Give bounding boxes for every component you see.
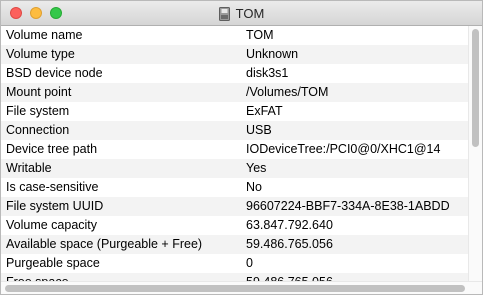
row-value: USB <box>246 123 272 137</box>
table-row[interactable]: Connection USB <box>1 121 470 140</box>
row-value: 59.486.765.056 <box>246 237 333 251</box>
info-table: Volume name TOM Volume type Unknown BSD devi… <box>1 26 470 283</box>
title-bar[interactable]: TOM <box>1 1 482 26</box>
vertical-scroll-thumb[interactable] <box>472 29 479 147</box>
table-row[interactable]: File system ExFAT <box>1 102 470 121</box>
window-title: TOM <box>235 6 265 21</box>
row-label: Connection <box>6 123 70 137</box>
row-value: /Volumes/TOM <box>246 85 329 99</box>
horizontal-scroll-thumb[interactable] <box>5 285 465 292</box>
table-row[interactable]: Device tree path IODeviceTree:/PCI0@0/XHC… <box>1 140 470 159</box>
row-label: BSD device node <box>6 66 103 80</box>
row-value: IODeviceTree:/PCI0@0/XHC1@14 <box>246 142 441 156</box>
row-label: Available space (Purgeable + Free) <box>6 237 203 251</box>
row-value: 96607224-BBF7-334A-8E38-1ABDD <box>246 199 450 213</box>
table-row[interactable]: Is case-sensitive No <box>1 178 470 197</box>
row-value: ExFAT <box>246 104 283 118</box>
row-value: 0 <box>246 256 253 270</box>
row-label: Volume name <box>6 28 83 42</box>
table-row[interactable]: Writable Yes <box>1 159 470 178</box>
disk-info-window: TOM Volume name TOM Volume type Unknown BSD … <box>0 0 483 295</box>
table-row[interactable]: Volume name TOM <box>1 26 470 45</box>
row-label: Is case-sensitive <box>6 180 99 194</box>
table-row[interactable]: Purgeable space 0 <box>1 254 470 273</box>
info-rows: Volume name TOM Volume type Unknown BSD devi… <box>1 26 470 283</box>
row-value: disk3s1 <box>246 66 289 80</box>
vertical-scrollbar[interactable] <box>468 26 482 283</box>
row-label: Volume type <box>6 47 75 61</box>
row-label: Volume capacity <box>6 218 98 232</box>
row-value: Yes <box>246 161 267 175</box>
row-value: Unknown <box>246 47 299 61</box>
row-value: 63.847.792.640 <box>246 218 333 232</box>
disk-icon <box>218 6 230 21</box>
row-label: Device tree path <box>6 142 98 156</box>
row-label: Writable <box>6 161 52 175</box>
table-row[interactable]: Volume type Unknown <box>1 45 470 64</box>
table-row[interactable]: Volume capacity 63.847.792.640 <box>1 216 470 235</box>
table-row[interactable]: BSD device node disk3s1 <box>1 64 470 83</box>
table-row[interactable]: File system UUID 96607224-BBF7-334A-8E38-… <box>1 197 470 216</box>
horizontal-scrollbar[interactable] <box>1 281 482 294</box>
row-label: File system <box>6 104 70 118</box>
row-label: File system UUID <box>6 199 104 213</box>
window-title-group: TOM <box>1 1 482 26</box>
row-value: No <box>246 180 262 194</box>
row-label: Mount point <box>6 85 72 99</box>
table-row[interactable]: Mount point/Volumes/TOM <box>1 83 470 102</box>
row-value: TOM <box>246 28 274 42</box>
row-label: Purgeable space <box>6 256 100 270</box>
table-row[interactable]: Available space (Purgeable + Free) 59.486… <box>1 235 470 254</box>
